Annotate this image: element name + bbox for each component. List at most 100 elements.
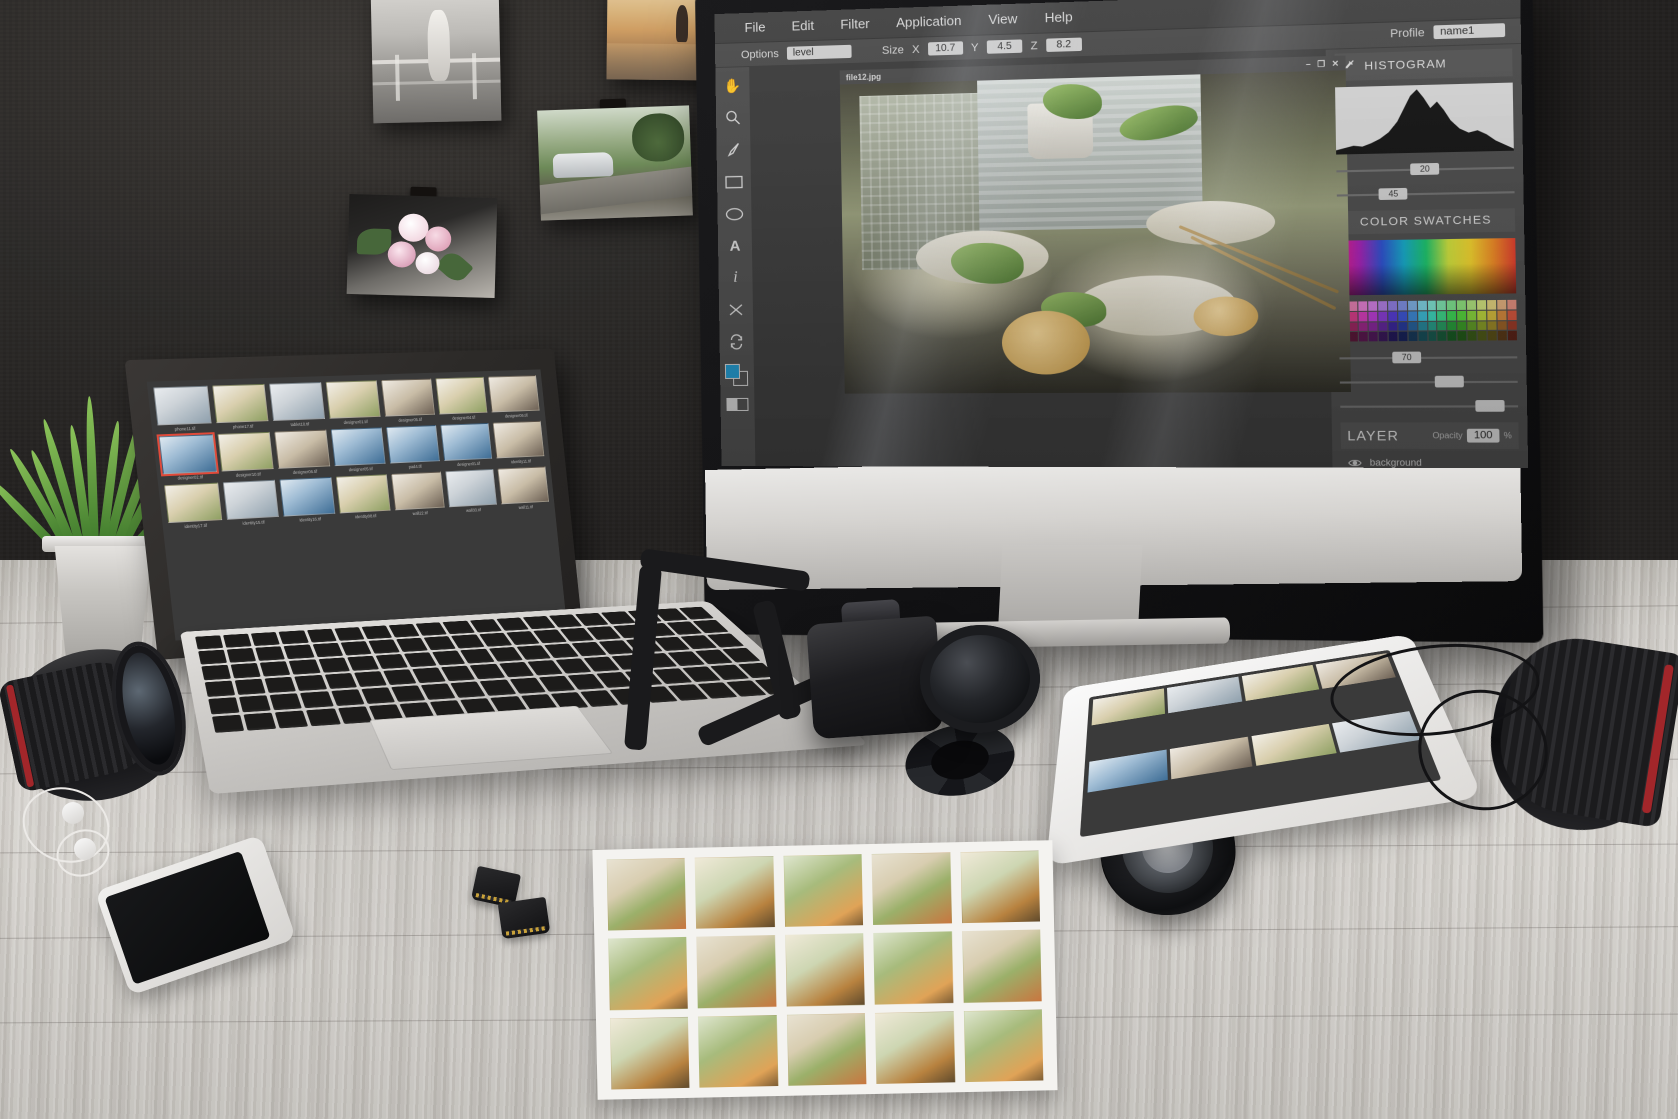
keyboard-key[interactable] xyxy=(208,697,240,715)
thumbnail-item[interactable]: designer10.tif xyxy=(217,431,275,479)
keyboard-key[interactable] xyxy=(334,627,365,641)
color-swatch-tile[interactable] xyxy=(1427,300,1437,310)
color-swatch-tile[interactable] xyxy=(1507,320,1517,330)
size-y-field[interactable]: 4.5 xyxy=(986,39,1023,54)
keyboard-key[interactable] xyxy=(226,647,257,663)
slider-5-knob[interactable] xyxy=(1474,400,1505,412)
color-swatch-tile[interactable] xyxy=(1477,310,1487,320)
magnifier-icon[interactable] xyxy=(723,107,743,128)
slider-3[interactable]: 70 xyxy=(1339,349,1518,367)
thumbnail-image[interactable] xyxy=(440,422,493,461)
thumbnail-image[interactable] xyxy=(497,466,550,505)
image-window-minimize-icon[interactable]: – xyxy=(1306,59,1311,69)
eye-icon[interactable] xyxy=(1348,458,1362,468)
slider-2-knob[interactable]: 45 xyxy=(1378,187,1408,201)
color-swatch-tile[interactable] xyxy=(1417,321,1427,331)
ellipse-icon[interactable] xyxy=(724,204,744,224)
thumbnail-image[interactable] xyxy=(153,385,212,426)
color-swatch-tile[interactable] xyxy=(1487,320,1497,331)
color-swatch-tile[interactable] xyxy=(1507,310,1517,320)
options-value-field[interactable]: level xyxy=(786,44,852,60)
color-swatch-tile[interactable] xyxy=(1437,321,1447,331)
keyboard-key[interactable] xyxy=(420,683,456,700)
color-swatch-tile[interactable] xyxy=(1348,321,1358,332)
thumbnail-item[interactable]: designer06.tif xyxy=(488,375,540,419)
color-swatch-tile[interactable] xyxy=(1457,310,1467,321)
thumbnail-image[interactable] xyxy=(222,479,280,520)
tablet-thumbnail[interactable] xyxy=(1087,749,1169,793)
thumbnail-item[interactable]: identity11.tif xyxy=(492,420,545,465)
color-swatch-tile[interactable] xyxy=(1358,311,1368,321)
color-swatch-tile[interactable] xyxy=(1477,300,1487,310)
color-swatch-tiles[interactable] xyxy=(1338,299,1517,342)
layer-row[interactable]: background xyxy=(1341,452,1520,469)
thumbnail-image[interactable] xyxy=(330,427,386,467)
thumbnail-item[interactable]: tablet10.tif xyxy=(269,382,326,428)
tablet-thumbnail[interactable] xyxy=(1091,688,1166,726)
image-canvas[interactable] xyxy=(839,70,1352,394)
keyboard-key[interactable] xyxy=(195,635,224,650)
thumbnail-item[interactable]: wall11.tif xyxy=(497,466,550,511)
keyboard-key[interactable] xyxy=(264,676,297,693)
image-window-restore-icon[interactable]: ❐ xyxy=(1317,59,1325,69)
keyboard-key[interactable] xyxy=(289,659,321,675)
thumbnail-image[interactable] xyxy=(488,375,540,413)
rectangle-icon[interactable] xyxy=(724,171,744,191)
color-swatch-tile[interactable] xyxy=(1348,332,1358,342)
keyboard-key[interactable] xyxy=(234,678,267,695)
menu-item-view[interactable]: View xyxy=(988,11,1017,27)
keyboard-key[interactable] xyxy=(283,644,315,660)
info-tool-icon[interactable]: i xyxy=(725,268,745,288)
menu-item-file[interactable]: File xyxy=(744,19,765,35)
thumbnail-item[interactable]: phone11.tif xyxy=(153,385,212,433)
keyboard-key[interactable] xyxy=(469,663,505,680)
keyboard-key[interactable] xyxy=(204,680,236,697)
color-swatch-tile[interactable] xyxy=(1497,299,1507,310)
color-swatch-tile[interactable] xyxy=(1388,321,1398,331)
keyboard-key[interactable] xyxy=(375,653,409,670)
swap-icon[interactable] xyxy=(726,332,746,352)
thumbnail-item[interactable]: designer02.tif xyxy=(156,432,219,481)
thumbnail-item[interactable]: pad4.tif xyxy=(386,425,440,470)
color-swatch-tile[interactable] xyxy=(1358,301,1368,311)
keyboard-key[interactable] xyxy=(361,625,393,640)
color-swatch-tile[interactable] xyxy=(1358,332,1368,342)
slider-1-knob[interactable]: 20 xyxy=(1410,162,1440,176)
thumbnail-image[interactable] xyxy=(156,432,219,477)
color-swatch-tile[interactable] xyxy=(1358,321,1368,332)
thumbnail-image[interactable] xyxy=(435,376,488,415)
color-swatch-tile[interactable] xyxy=(1487,331,1497,341)
thumbnail-item[interactable]: designer05.tif xyxy=(330,427,386,473)
tablet-thumbnail[interactable] xyxy=(1241,664,1319,702)
keyboard-key[interactable] xyxy=(269,693,303,711)
color-swatch-tile[interactable] xyxy=(1487,310,1497,320)
keyboard-key[interactable] xyxy=(340,641,372,656)
color-swatch-tile[interactable] xyxy=(1407,321,1417,331)
color-swatch-tile[interactable] xyxy=(1447,321,1457,331)
keyboard-key[interactable] xyxy=(403,652,437,668)
color-swatch-tile[interactable] xyxy=(1408,331,1417,342)
color-swatch-tile[interactable] xyxy=(1487,300,1497,310)
color-swatch-tile[interactable] xyxy=(1437,310,1447,321)
keyboard-key[interactable] xyxy=(239,695,272,713)
color-swatch-tile[interactable] xyxy=(1437,331,1447,341)
color-swatch-tile[interactable] xyxy=(1467,310,1477,320)
keyboard-key[interactable] xyxy=(330,689,365,707)
color-swatch-tile[interactable] xyxy=(1497,310,1507,320)
keyboard-key[interactable] xyxy=(278,630,309,645)
laptop-keyboard[interactable] xyxy=(195,606,796,733)
thumbnail-image[interactable] xyxy=(211,383,269,424)
thumbnail-image[interactable] xyxy=(391,471,445,511)
color-swatch-tile[interactable] xyxy=(1427,321,1437,331)
thumbnail-item[interactable]: phone17.tif xyxy=(211,383,270,430)
color-swatch-tile[interactable] xyxy=(1397,311,1407,321)
thumbnail-item[interactable]: identity15.tif xyxy=(222,479,280,527)
image-window-close-icon[interactable]: ✕ xyxy=(1332,58,1339,68)
text-tool-icon[interactable]: A xyxy=(725,236,745,256)
menu-item-filter[interactable]: Filter xyxy=(840,16,870,32)
thumbnail-image[interactable] xyxy=(444,468,498,508)
color-swatch-tile[interactable] xyxy=(1388,331,1398,342)
thumbnail-image[interactable] xyxy=(386,425,440,464)
keyboard-key[interactable] xyxy=(337,706,373,725)
tablet-thumbnail[interactable] xyxy=(1250,723,1337,766)
